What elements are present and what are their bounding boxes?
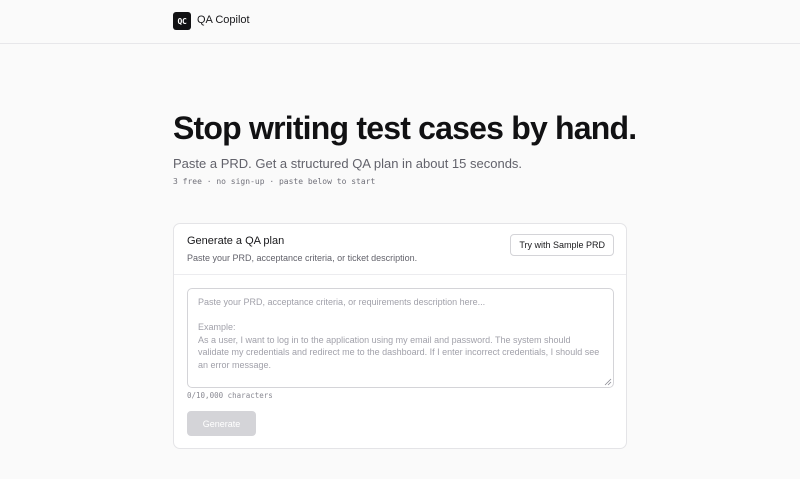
hero-title: Stop writing test cases by hand. xyxy=(173,110,637,146)
character-counter: 0/10,000 characters xyxy=(187,391,273,400)
hero-meta-note: 3 free · no sign-up · paste below to sta… xyxy=(173,177,376,186)
card-title: Generate a QA plan xyxy=(187,235,285,247)
card-header: Generate a QA plan Paste your PRD, accep… xyxy=(174,224,626,275)
hero-subtitle: Paste a PRD. Get a structured QA plan in… xyxy=(173,156,523,171)
brand-name[interactable]: QA Copilot xyxy=(197,14,250,26)
try-sample-prd-button[interactable]: Try with Sample PRD xyxy=(510,234,614,256)
generate-qa-plan-card: Generate a QA plan Paste your PRD, accep… xyxy=(173,223,627,449)
card-description: Paste your PRD, acceptance criteria, or … xyxy=(187,253,418,263)
resize-handle-icon[interactable] xyxy=(604,378,612,386)
prd-input-textarea[interactable] xyxy=(187,288,614,388)
qa-copilot-logo-icon[interactable]: QC xyxy=(173,12,191,30)
top-nav-bar: QC QA Copilot xyxy=(0,0,800,44)
generate-button[interactable]: Generate xyxy=(187,411,256,436)
